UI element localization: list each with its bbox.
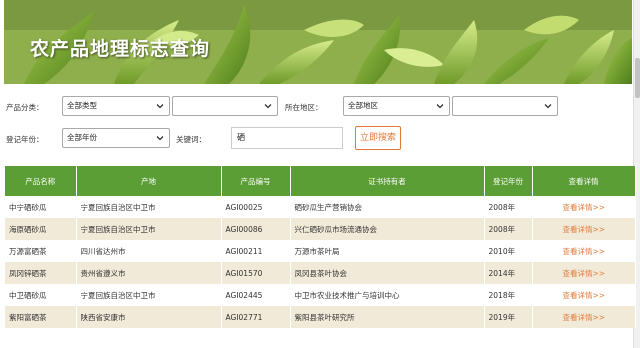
chevron-down-icon <box>264 104 272 109</box>
product-name-cell: 中宁硒砂瓜 <box>5 196 77 218</box>
table-row: 中卫硒砂瓜 宁夏回族自治区中卫市 AGI02445 中卫市农业技术推广与培训中心… <box>5 284 636 306</box>
table-row: 紫阳富硒茶 陕西省安康市 AGI02771 紫阳县茶叶研究所 2019年 查看详… <box>5 306 636 328</box>
column-header: 登记年份 <box>484 166 533 196</box>
table-header-row: 产品名称 产地 产品编号 证书持有者 登记年份 查看详情 <box>5 166 636 196</box>
view-details-link[interactable]: 查看详情>> <box>532 306 636 328</box>
table-row: 万源富硒茶 四川省达州市 AGI00211 万源市茶叶局 2010年 查看详情>… <box>5 240 636 262</box>
region-select-value: 全部地区 <box>348 101 378 110</box>
view-details-link[interactable]: 查看详情>> <box>532 196 636 218</box>
origin-cell: 贵州省遵义市 <box>76 262 222 284</box>
certificate-holder-cell: 紫阳县茶叶研究所 <box>290 306 485 328</box>
table-row: 中宁硒砂瓜 宁夏回族自治区中卫市 AGI00025 硒砂瓜生产营销协会 2008… <box>5 196 636 218</box>
category-select-value: 全部类型 <box>67 101 97 110</box>
register-year-cell: 2019年 <box>484 306 533 328</box>
certificate-holder-cell: 中卫市农业技术推广与培训中心 <box>290 284 485 306</box>
product-name-cell: 海原硒砂瓜 <box>5 218 77 240</box>
view-details-link[interactable]: 查看详情>> <box>532 284 636 306</box>
view-details-link[interactable]: 查看详情>> <box>532 218 636 240</box>
chevron-down-icon <box>544 104 552 109</box>
search-button[interactable]: 立即搜索 <box>355 126 401 150</box>
column-header: 产地 <box>76 166 222 196</box>
subregion-select[interactable] <box>452 96 558 116</box>
region-label: 所在地区： <box>285 103 323 112</box>
category-select[interactable]: 全部类型 <box>62 96 170 116</box>
column-header: 证书持有者 <box>290 166 485 196</box>
product-name-cell: 中卫硒砂瓜 <box>5 284 77 306</box>
keyword-input[interactable]: 硒 <box>231 127 343 149</box>
table-row: 海原硒砂瓜 宁夏回族自治区中卫市 AGI00086 兴仁硒砂瓜市场流通协会 20… <box>5 218 636 240</box>
register-year-cell: 2008年 <box>484 218 533 240</box>
column-header: 产品名称 <box>5 166 77 196</box>
year-select[interactable]: 全部年份 <box>62 128 170 148</box>
register-year-cell: 2014年 <box>484 262 533 284</box>
product-code-cell: AGI00025 <box>221 196 291 218</box>
banner: 农产品地理标志查询 <box>4 0 632 84</box>
view-details-link[interactable]: 查看详情>> <box>532 262 636 284</box>
product-name-cell: 万源富硒茶 <box>5 240 77 262</box>
results-table: 产品名称 产地 产品编号 证书持有者 登记年份 查看详情 中宁硒砂瓜 宁夏回族自… <box>5 166 636 328</box>
year-select-value: 全部年份 <box>67 133 97 142</box>
region-select[interactable]: 全部地区 <box>343 96 450 116</box>
product-code-cell: AGI00086 <box>221 218 291 240</box>
product-name-cell: 凤冈锌硒茶 <box>5 262 77 284</box>
origin-cell: 陕西省安康市 <box>76 306 222 328</box>
page-title: 农产品地理标志查询 <box>30 38 211 60</box>
chevron-down-icon <box>156 104 164 109</box>
register-year-cell: 2018年 <box>484 284 533 306</box>
origin-cell: 宁夏回族自治区中卫市 <box>76 218 222 240</box>
certificate-holder-cell: 凤冈县茶叶协会 <box>290 262 485 284</box>
certificate-holder-cell: 万源市茶叶局 <box>290 240 485 262</box>
register-year-cell: 2010年 <box>484 240 533 262</box>
product-code-cell: AGI00211 <box>221 240 291 262</box>
certificate-holder-cell: 兴仁硒砂瓜市场流通协会 <box>290 218 485 240</box>
column-header: 查看详情 <box>532 166 636 196</box>
origin-cell: 宁夏回族自治区中卫市 <box>76 284 222 306</box>
product-name-cell: 紫阳富硒茶 <box>5 306 77 328</box>
scrollbar-thumb[interactable] <box>635 58 640 98</box>
product-code-cell: AGI02771 <box>221 306 291 328</box>
category-label: 产品分类： <box>6 103 44 112</box>
product-code-cell: AGI01570 <box>221 262 291 284</box>
view-details-link[interactable]: 查看详情>> <box>532 240 636 262</box>
keyword-label: 关键词： <box>176 135 206 144</box>
subcategory-select[interactable] <box>172 96 278 116</box>
chevron-down-icon <box>436 104 444 109</box>
origin-cell: 宁夏回族自治区中卫市 <box>76 196 222 218</box>
table-row: 凤冈锌硒茶 贵州省遵义市 AGI01570 凤冈县茶叶协会 2014年 查看详情… <box>5 262 636 284</box>
origin-cell: 四川省达州市 <box>76 240 222 262</box>
chevron-down-icon <box>156 136 164 141</box>
certificate-holder-cell: 硒砂瓜生产营销协会 <box>290 196 485 218</box>
column-header: 产品编号 <box>221 166 291 196</box>
register-year-cell: 2008年 <box>484 196 533 218</box>
year-label: 登记年份： <box>6 135 44 144</box>
product-code-cell: AGI02445 <box>221 284 291 306</box>
